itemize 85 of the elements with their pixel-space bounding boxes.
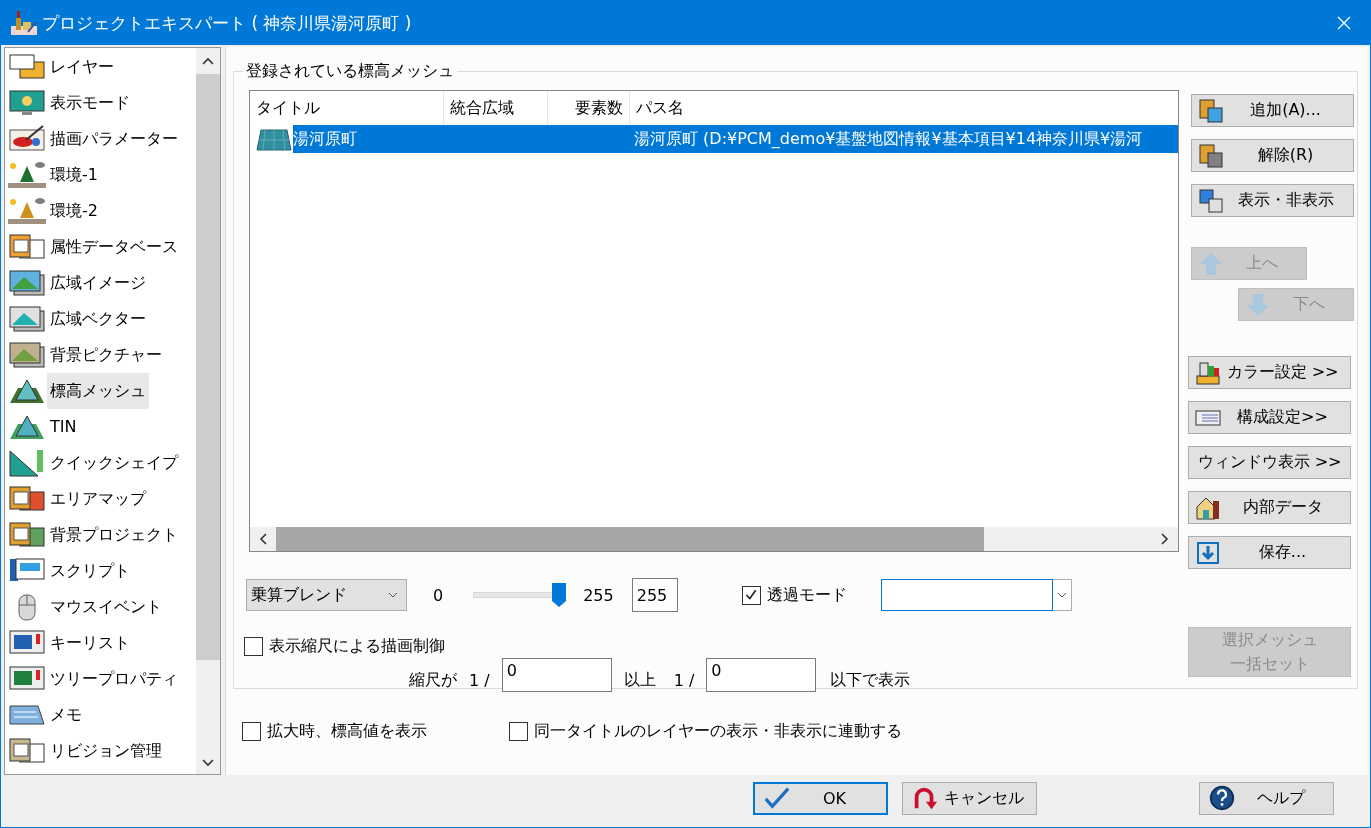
scroll-down-icon[interactable]: [202, 759, 214, 767]
slider-thumb[interactable]: [552, 583, 567, 607]
side-button[interactable]: 解除(R): [1191, 139, 1354, 172]
paint-brush-icon: [7, 124, 47, 154]
sidebar-item[interactable]: レイヤー: [47, 49, 117, 85]
dialog-button[interactable]: ヘルプ: [1199, 781, 1334, 815]
side-button[interactable]: 追加(A)...: [1191, 94, 1354, 127]
min-scale-input[interactable]: 0: [501, 658, 612, 692]
sidebar-item[interactable]: キーリスト: [47, 625, 133, 661]
remove-document-icon: [1198, 142, 1224, 169]
opacity-input[interactable]: 255: [631, 578, 678, 612]
mesh-icon: [255, 126, 293, 152]
sidebar-item[interactable]: メモ: [47, 697, 85, 733]
ratio-label: 1 /: [469, 670, 490, 690]
horizontal-scrollbar[interactable]: [250, 527, 1178, 551]
max-scale-input[interactable]: 0: [706, 658, 817, 692]
dialog-button[interactable]: OK: [753, 781, 888, 815]
sidebar-item[interactable]: クイックシェイプ: [47, 445, 181, 481]
transparent-mode-checkbox[interactable]: 透過モード: [741, 584, 847, 606]
checkmark-icon: [744, 588, 759, 602]
slider-max-label: 255: [583, 585, 614, 605]
side-button[interactable]: 保存...: [1188, 536, 1351, 569]
vertical-scrollbar[interactable]: [196, 48, 220, 774]
caret-icon: [388, 592, 398, 598]
ratio-label: 1 /: [673, 670, 695, 690]
sidebar-item[interactable]: 広域イメージ: [47, 265, 149, 301]
tree-weather-icon: [7, 196, 47, 226]
scroll-right-icon[interactable]: [1161, 533, 1169, 545]
app-drawing-icon: [10, 10, 38, 36]
sidebar-item[interactable]: 広域ベクター: [47, 301, 149, 337]
sidebar-item[interactable]: 環境-2: [47, 193, 101, 229]
sidebar-item[interactable]: スクリプト: [47, 553, 133, 589]
side-button[interactable]: カラー設定 >>: [1188, 356, 1351, 389]
option-checkbox[interactable]: 拡大時、標高値を表示: [242, 721, 427, 742]
card-file-icon: [7, 232, 47, 262]
column-header[interactable]: パス名: [630, 91, 1178, 125]
side-button[interactable]: 表示・非表示: [1191, 184, 1354, 217]
side-button[interactable]: 内部データ: [1188, 491, 1351, 524]
window-title: プロジェクトエキスパート ( 神奈川県湯河原町 ): [42, 11, 413, 35]
table-cell-text: 湯河原町: [293, 128, 358, 150]
sidebar-item[interactable]: リビジョン管理: [47, 733, 165, 769]
side-button[interactable]: ウィンドウ表示 >>: [1188, 446, 1351, 479]
monitor-icon: [7, 88, 47, 118]
sidebar-item[interactable]: 環境-1: [47, 157, 101, 193]
scroll-left-icon[interactable]: [259, 533, 267, 545]
toggle-display-icon: [1198, 187, 1224, 214]
color-combo-field[interactable]: [880, 579, 1072, 611]
map-picture-icon: [7, 268, 47, 298]
scroll-up-icon[interactable]: [202, 57, 214, 65]
checkmark-icon: [763, 785, 791, 811]
table-row[interactable]: 湯河原町 湯河原町 (D:¥PCM_demo¥基盤地図情報¥基本項目¥14神奈川県¥湯河: [293, 125, 1178, 153]
blend-dropdown[interactable]: 乗算ブレンド: [246, 579, 407, 611]
sidebar-item[interactable]: 標高メッシュ: [47, 373, 149, 409]
group-title: 登録されている標高メッシュ: [245, 61, 455, 82]
caret-icon: [1056, 592, 1067, 598]
sidebar-item[interactable]: 描画パラメーター: [47, 121, 181, 157]
up-arrow-icon: [1198, 250, 1224, 277]
sidebar-item[interactable]: 背景プロジェクト: [47, 517, 181, 553]
color-blocks-icon: [1195, 359, 1221, 386]
stacked-panels-icon: [7, 52, 47, 82]
sidebar-item[interactable]: 表示モード: [47, 85, 133, 121]
scale-label: 縮尺が: [409, 669, 457, 691]
tree-weather-icon: [7, 160, 47, 190]
sidebar-item[interactable]: ツリープロパティ: [47, 661, 181, 697]
down-arrow-icon: [1245, 291, 1271, 318]
scale-label: 以上: [623, 669, 656, 691]
option-checkbox[interactable]: 同一タイトルのレイヤーの表示・非表示に連動する: [509, 721, 902, 742]
sidebar-item[interactable]: TIN: [47, 409, 80, 445]
slider-min-label: 0: [433, 585, 444, 605]
table-cell: 湯河原町 (D:¥PCM_demo¥基盤地図情報¥基本項目¥14神奈川県¥湯河: [634, 128, 1143, 150]
help-icon: [1208, 785, 1236, 811]
scale-control-checkbox[interactable]: 表示縮尺による描画制御: [244, 635, 1179, 657]
add-document-icon: [1198, 97, 1224, 124]
scale-label: 以下で表示: [830, 669, 911, 691]
documents-icon: [7, 736, 47, 766]
sidebar-item[interactable]: 背景ピクチャー: [47, 337, 165, 373]
side-button[interactable]: 構成設定>>: [1188, 401, 1351, 434]
sidebar-item[interactable]: 属性データベース: [47, 229, 181, 265]
sidebar-item[interactable]: マウスイベント: [47, 589, 165, 625]
button-text-line: 選択メッシュ: [1221, 629, 1318, 651]
landscape-picture-icon: [7, 340, 47, 370]
dialog-button[interactable]: キャンセル: [902, 781, 1037, 815]
sidebar-item[interactable]: エリアマップ: [47, 481, 149, 517]
download-icon: [1195, 539, 1221, 566]
close-icon[interactable]: [1336, 15, 1352, 31]
